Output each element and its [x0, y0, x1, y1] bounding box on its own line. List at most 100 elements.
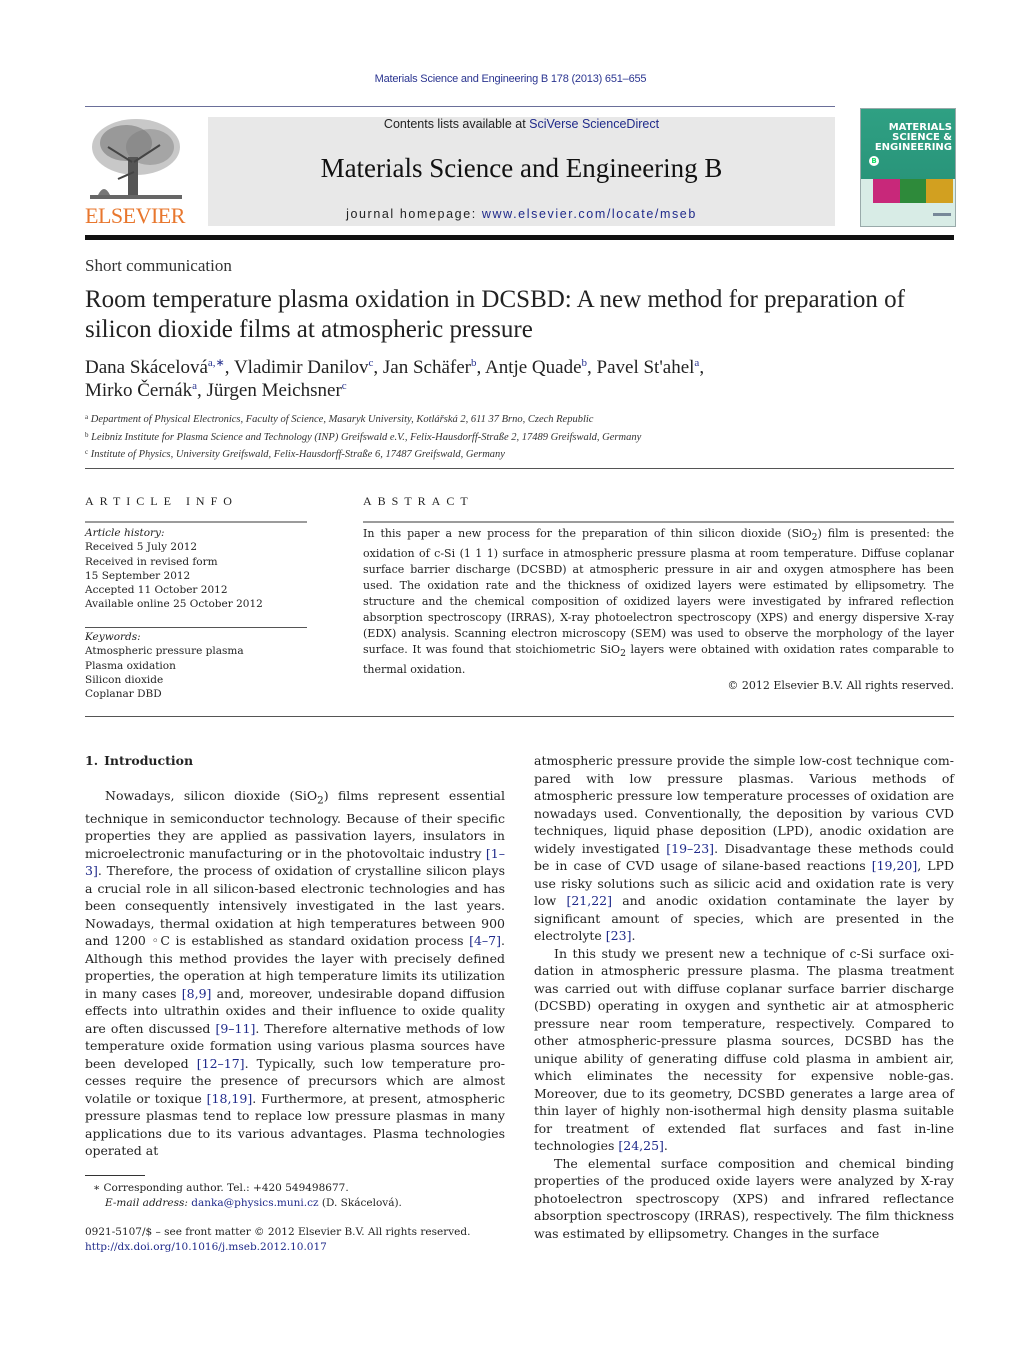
- paragraph-text: Nowadays, silicon dioxide (SiO: [105, 787, 318, 803]
- divider: [85, 521, 307, 523]
- affiliation-text: Leibniz Institute for Plasma Science and…: [88, 431, 642, 443]
- section-number: 1.: [85, 753, 99, 768]
- contents-prefix: Contents lists available at: [383, 117, 530, 131]
- citation-link[interactable]: [19,20]: [872, 858, 918, 873]
- abstract-copyright: © 2012 Elsevier B.V. All rights reserved…: [727, 679, 954, 693]
- header-thick-rule: [85, 235, 954, 240]
- section-title: Introduction: [104, 753, 194, 768]
- homepage-link[interactable]: www.elsevier.com/locate/mseb: [482, 207, 697, 221]
- elsevier-wordmark: ELSEVIER: [85, 203, 185, 228]
- section-heading: 1. Introduction: [85, 752, 505, 770]
- affiliation: c Institute of Physics, University Greif…: [85, 445, 965, 463]
- corresponding-author-note: ∗ Corresponding author. Tel.: +420 54949…: [93, 1181, 513, 1196]
- author-name[interactable]: Jan Schäfer: [383, 357, 471, 378]
- paragraph-text: . Therefore, the process of oxidation of…: [85, 863, 505, 948]
- abstract-text: In this paper a new process for the prep…: [363, 527, 812, 540]
- author-affiliation-mark[interactable]: c: [342, 380, 347, 392]
- divider: [85, 627, 307, 628]
- cover-image-magenta: [873, 179, 900, 203]
- citation-link[interactable]: [23]: [606, 928, 632, 943]
- paragraph-text: In this study we present new a technique…: [534, 945, 954, 1154]
- keyword-item[interactable]: Coplanar DBD: [85, 687, 310, 701]
- author-name[interactable]: Dana Skácelová: [85, 357, 208, 378]
- author-separator: ,: [224, 357, 234, 378]
- divider: [85, 468, 954, 469]
- citation-link[interactable]: [19–23]: [666, 841, 714, 856]
- footnote-rule: [85, 1175, 145, 1176]
- journal-banner: Contents lists available at SciVerse Sci…: [208, 117, 835, 226]
- affiliation: b Leibniz Institute for Plasma Science a…: [85, 428, 965, 446]
- keyword-item[interactable]: Silicon dioxide: [85, 673, 310, 687]
- author-name[interactable]: Pavel St'ahel: [597, 357, 695, 378]
- paragraph: The elemental surface composition and ch…: [534, 1155, 954, 1243]
- sciencedirect-link[interactable]: SciVerse ScienceDirect: [529, 117, 659, 131]
- history-item: Available online 25 October 2012: [85, 598, 263, 611]
- paragraph: atmospheric pressure provide the simple …: [534, 752, 954, 945]
- author-name[interactable]: Jürgen Meichsner: [207, 380, 342, 401]
- history-item: Received 5 July 2012: [85, 541, 198, 554]
- divider: [363, 521, 954, 523]
- cover-title: MATERIALS SCIENCE & ENGINEERING: [875, 123, 952, 153]
- author-list: Dana Skácelováa,∗, Vladimir Danilov c, Ja…: [85, 356, 965, 402]
- affiliation: a Department of Physical Electronics, Fa…: [85, 410, 965, 428]
- issn-line: 0921-5107/$ – see front matter © 2012 El…: [85, 1226, 471, 1238]
- keywords: Keywords: Atmospheric pressure plasma Pla…: [85, 630, 310, 701]
- article-type: Short communication: [85, 256, 232, 275]
- author-separator: ,: [476, 357, 485, 378]
- email-note: E-mail address: danka@physics.muni.cz (D…: [93, 1196, 513, 1211]
- abstract-text: ) film is presented: the oxidation of c-…: [363, 527, 954, 657]
- paragraph-text: The elemental surface composition and ch…: [534, 1155, 954, 1241]
- cover-images: [873, 179, 954, 203]
- email-link[interactable]: danka@physics.muni.cz: [191, 1197, 318, 1209]
- author-name[interactable]: Vladimir Danilov: [234, 357, 369, 378]
- affiliation-list: a Department of Physical Electronics, Fa…: [85, 410, 965, 463]
- journal-title: Materials Science and Engineering B: [320, 153, 723, 183]
- cover-title-line: ENGINEERING: [874, 142, 952, 153]
- subscript: 2: [317, 794, 324, 806]
- author-separator: ,: [373, 357, 383, 378]
- paragraph-text: .: [631, 928, 636, 943]
- author-affiliation-mark[interactable]: a,∗: [208, 357, 225, 369]
- citation-link[interactable]: [4–7]: [469, 933, 501, 948]
- issn-block: 0921-5107/$ – see front matter © 2012 El…: [85, 1225, 525, 1255]
- tree-icon: [88, 117, 184, 203]
- journal-cover-thumbnail[interactable]: MATERIALS SCIENCE & ENGINEERING B: [860, 108, 956, 227]
- article-info-heading: ARTICLE INFO: [85, 494, 238, 508]
- history-item: Received in revised form: [85, 555, 218, 568]
- footnote: ∗ Corresponding author. Tel.: +420 54949…: [93, 1181, 513, 1211]
- author-name[interactable]: Antje Quade: [485, 357, 582, 378]
- elsevier-logo[interactable]: ELSEVIER: [84, 117, 186, 229]
- body-column-right: atmospheric pressure provide the simple …: [534, 752, 954, 1242]
- author-name[interactable]: Mirko Černák: [85, 380, 192, 401]
- history-label: Article history:: [85, 527, 165, 539]
- keywords-label: Keywords:: [85, 631, 141, 643]
- citation-link[interactable]: [9–11]: [215, 1021, 255, 1036]
- affiliation-text: Department of Physical Electronics, Facu…: [88, 414, 594, 425]
- author-separator: ,: [699, 357, 705, 378]
- citation-link[interactable]: [24,25]: [618, 1138, 664, 1153]
- keyword-item[interactable]: Atmospheric pressure plasma: [85, 644, 310, 658]
- journal-homepage: journal homepage: www.elsevier.com/locat…: [208, 207, 835, 221]
- footnote-text: Corresponding author. Tel.: +420 5494986…: [103, 1182, 349, 1194]
- keyword-list: Atmospheric pressure plasma Plasma oxidat…: [85, 644, 310, 701]
- history-item: 15 September 2012: [85, 569, 191, 582]
- journal-citation[interactable]: Materials Science and Engineering B 178 …: [0, 73, 1021, 85]
- body-column-left: 1. Introduction Nowadays, silicon dioxide…: [85, 752, 505, 1160]
- citation-link[interactable]: [18,19]: [207, 1091, 253, 1106]
- cover-series-badge: B: [869, 156, 879, 166]
- footnote-mark: ∗: [93, 1182, 101, 1194]
- citation-link[interactable]: [21,22]: [566, 893, 612, 908]
- divider: [85, 716, 954, 717]
- citation-link[interactable]: [8,9]: [182, 986, 212, 1001]
- abstract-body: In this paper a new process for the prep…: [363, 526, 954, 694]
- keyword-item[interactable]: Plasma oxidation: [85, 659, 310, 673]
- paragraph: In this study we present new a technique…: [534, 945, 954, 1155]
- article-title: Room temperature plasma oxidation in DCS…: [85, 286, 905, 343]
- doi-link[interactable]: http://dx.doi.org/10.1016/j.mseb.2012.10…: [85, 1241, 327, 1253]
- history-item: Accepted 11 October 2012: [85, 584, 228, 597]
- citation-link[interactable]: [12–17]: [197, 1056, 245, 1071]
- cover-publisher-mark: [933, 213, 951, 216]
- cover-image-green: [899, 179, 927, 203]
- abstract-heading: ABSTRACT: [363, 494, 474, 508]
- article-history: Article history: Received 5 July 2012 Rec…: [85, 526, 310, 612]
